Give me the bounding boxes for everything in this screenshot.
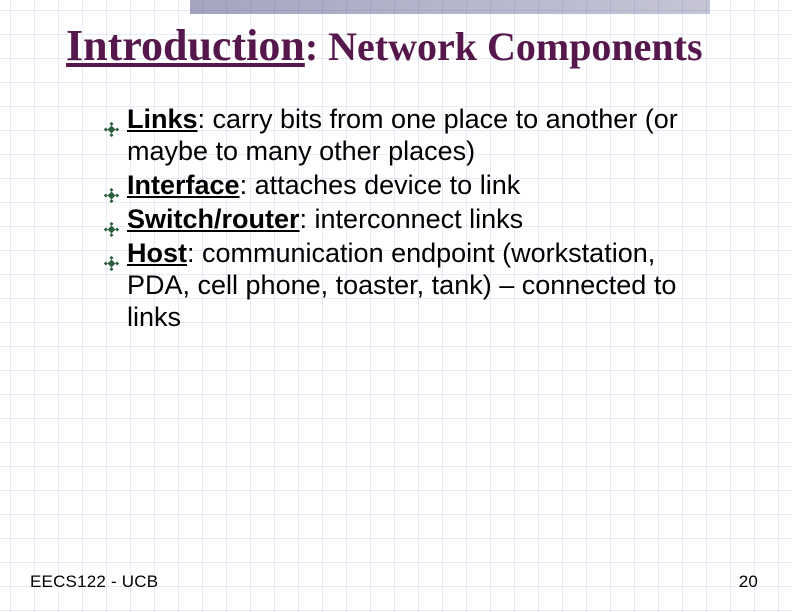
list-item: Links: carry bits from one place to anot… — [104, 104, 722, 168]
list-item: Interface: attaches device to link — [104, 170, 722, 202]
slide: Introduction: Network Components Links: … — [0, 0, 792, 612]
diamond-bullet-icon — [104, 247, 119, 262]
list-item: Host: communication endpoint (workstatio… — [104, 238, 722, 334]
footer-left: EECS122 - UCB — [30, 572, 158, 592]
slide-body: Links: carry bits from one place to anot… — [104, 104, 722, 333]
bullet-desc: : communication endpoint (workstation, P… — [127, 238, 676, 332]
bullet-desc: : carry bits from one place to another (… — [127, 104, 678, 166]
diamond-bullet-icon — [104, 179, 119, 194]
bullet-term: Interface — [127, 170, 240, 200]
bullet-term: Switch/router — [127, 204, 300, 234]
bullet-desc: : interconnect links — [300, 204, 524, 234]
bullet-desc: : attaches device to link — [240, 170, 521, 200]
diamond-bullet-icon — [104, 113, 119, 128]
bullet-text: Links: carry bits from one place to anot… — [127, 104, 722, 168]
bullet-term: Host — [127, 238, 187, 268]
bullet-text: Interface: attaches device to link — [127, 170, 722, 202]
diamond-bullet-icon — [104, 213, 119, 228]
bullet-text: Switch/router: interconnect links — [127, 204, 722, 236]
bullet-text: Host: communication endpoint (workstatio… — [127, 238, 722, 334]
title-rest: : Network Components — [305, 24, 703, 69]
list-item: Switch/router: interconnect links — [104, 204, 722, 236]
bullet-term: Links — [127, 104, 198, 134]
title-underlined: Introduction — [66, 21, 305, 70]
slide-number: 20 — [739, 572, 758, 592]
slide-title: Introduction: Network Components — [66, 22, 752, 70]
slide-footer: EECS122 - UCB 20 — [30, 572, 758, 592]
